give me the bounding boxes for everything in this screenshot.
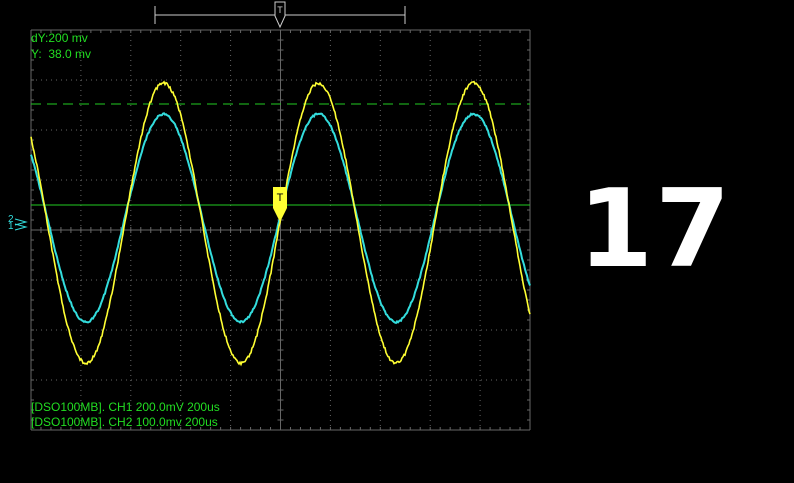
trigger-level-marker[interactable]: T: [273, 187, 287, 222]
trigger-position-marker[interactable]: T: [275, 2, 285, 27]
trigger-position-label: T: [277, 5, 283, 15]
ch2-info-label: [DSO100MB]. CH2 100.0mv 200us: [31, 415, 218, 429]
trigger-level-label: T: [277, 192, 284, 204]
ch1-info-label: [DSO100MB]. CH1 200.0mV 200us: [31, 400, 220, 414]
ch1-arrow-icon: [15, 224, 26, 230]
channel-ground-markers[interactable]: 2 1: [8, 214, 26, 232]
cursor-y-readout: Y: 38.0 mv: [31, 47, 91, 61]
overlay-number: 17: [578, 170, 732, 290]
cursor-dy-readout: dY:200 mv: [31, 31, 88, 45]
graticule-grid: [31, 30, 530, 430]
ch1-ground-marker[interactable]: 1: [8, 221, 14, 232]
